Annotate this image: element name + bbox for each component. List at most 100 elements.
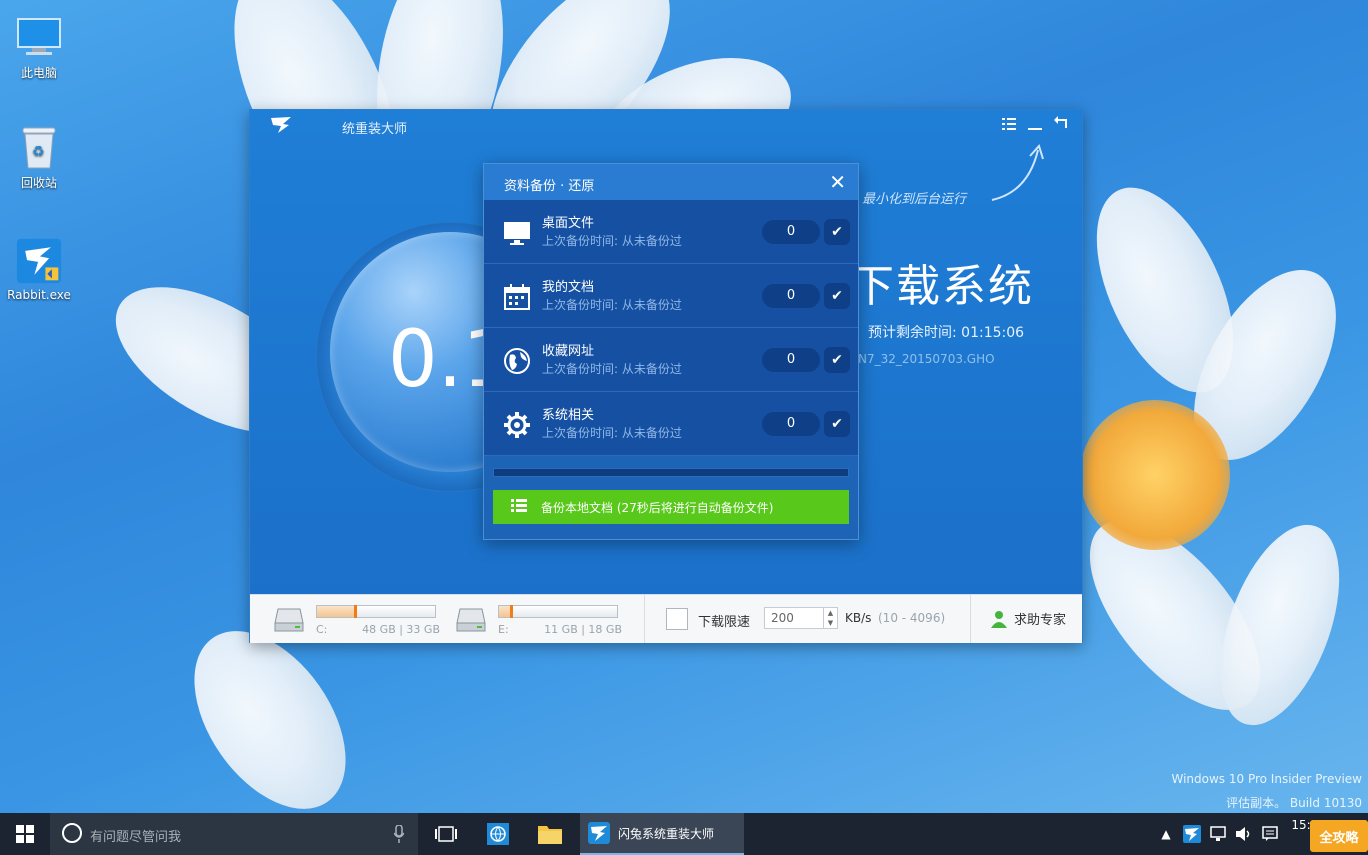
desktop-icon-label: 回收站 (20, 176, 57, 190)
network-icon[interactable] (1206, 813, 1230, 855)
bottom-status-bar: C: 48 GB | 33 GB E: 11 GB | 18 GB 下载限速 2… (250, 594, 1082, 643)
task-view-icon (435, 826, 457, 842)
speed-limit-value: 200 (771, 611, 794, 625)
app-logo-icon (270, 116, 292, 138)
menu-list-icon[interactable] (998, 116, 1020, 134)
taskbar-edge-button[interactable] (476, 813, 520, 855)
tray-rabbit-icon[interactable] (1180, 813, 1204, 855)
backup-item-check[interactable]: ✔ (824, 347, 850, 373)
folder-icon (538, 826, 562, 844)
calendar-icon (504, 284, 530, 310)
drive-usage-bar (498, 605, 618, 618)
volume-icon[interactable] (1232, 813, 1256, 855)
backup-item-system[interactable]: 系统相关 上次备份时间: 从未备份过 0 ✔ (484, 392, 858, 456)
backup-item-time: 上次备份时间: 从未备份过 (542, 298, 682, 312)
download-file-name: N7_32_20150703.GHO (858, 352, 995, 366)
speed-limit-label: 下载限速 (698, 615, 751, 630)
windows-watermark-line2: 评估副本。 Build 10130 (1226, 796, 1362, 810)
backup-item-documents[interactable]: 我的文档 上次备份时间: 从未备份过 0 ✔ (484, 264, 858, 328)
cortana-icon (62, 823, 82, 843)
gear-icon (504, 412, 530, 438)
start-button[interactable] (0, 813, 50, 855)
minimize-button[interactable] (1024, 116, 1046, 134)
speed-limit-range: (10 - 4096) (878, 611, 946, 625)
site-brand-label: 全攻略 (1319, 830, 1359, 846)
backup-item-count: 0 (762, 348, 820, 372)
globe-icon (504, 348, 530, 374)
site-brand-badge: 全攻略 (1310, 820, 1368, 852)
close-icon[interactable]: ✕ (829, 170, 846, 194)
backup-item-name: 系统相关 (542, 408, 595, 423)
desktop-icon-label: Rabbit.exe (7, 288, 71, 302)
eta-label: 预计剩余时间: 01:15:06 (868, 325, 1025, 341)
taskbar-active-app[interactable]: 闪兔系统重装大师 (580, 813, 744, 855)
backup-item-time: 上次备份时间: 从未备份过 (542, 426, 682, 440)
windows-logo-icon (16, 825, 34, 843)
desktop-icon-recycle-bin[interactable]: ♻ 回收站 (4, 124, 74, 191)
rabbit-app-icon (16, 238, 62, 284)
browser-icon (487, 823, 509, 845)
search-placeholder: 有问题尽管问我 (90, 830, 182, 845)
backup-item-count: 0 (762, 284, 820, 308)
task-view-button[interactable] (424, 813, 468, 855)
svg-text:♻: ♻ (32, 144, 45, 160)
microphone-icon[interactable] (394, 825, 404, 843)
speed-limit-checkbox[interactable] (666, 608, 688, 630)
drive-letter: C: (316, 623, 328, 636)
backup-item-check[interactable]: ✔ (824, 283, 850, 309)
divider (970, 595, 971, 643)
drive-size: 11 GB | 18 GB (544, 623, 622, 636)
drive-c: C: 48 GB | 33 GB (274, 603, 440, 637)
backup-item-name: 收藏网址 (542, 344, 595, 359)
backup-item-count: 0 (762, 412, 820, 436)
dialog-header: 资料备份 · 还原 ✕ (484, 164, 858, 200)
hard-drive-icon (274, 608, 304, 632)
list-icon (511, 499, 527, 512)
windows-watermark-line1: Windows 10 Pro Insider Preview (1171, 772, 1362, 786)
backup-item-time: 上次备份时间: 从未备份过 (542, 362, 682, 376)
divider (644, 595, 645, 643)
taskbar-explorer-button[interactable] (528, 813, 572, 855)
backup-item-count: 0 (762, 220, 820, 244)
action-center-icon[interactable] (1258, 813, 1282, 855)
drive-size: 48 GB | 33 GB (362, 623, 440, 636)
backup-item-check[interactable]: ✔ (824, 411, 850, 437)
drive-e: E: 11 GB | 18 GB (456, 603, 622, 637)
backup-now-button[interactable]: 备份本地文档 (27秒后将进行自动备份文件) (493, 490, 849, 524)
app-title: 统重装大师 (342, 122, 408, 137)
backup-item-name: 桌面文件 (542, 216, 595, 231)
desktop-icon-label: 此电脑 (20, 66, 57, 80)
desktop-icon-this-pc[interactable]: 此电脑 (4, 14, 74, 81)
minimize-hint: 最小化到后台运行 (862, 192, 967, 207)
backup-item-check[interactable]: ✔ (824, 219, 850, 245)
backup-dialog: 资料备份 · 还原 ✕ 桌面文件 上次备份时间: 从未备份过 0 ✔ 我的文档 … (483, 163, 859, 540)
backup-item-favorites[interactable]: 收藏网址 上次备份时间: 从未备份过 0 ✔ (484, 328, 858, 392)
backup-now-label: 备份本地文档 (27秒后将进行自动备份文件) (541, 501, 774, 515)
user-icon (991, 610, 1007, 628)
backup-item-desktop[interactable]: 桌面文件 上次备份时间: 从未备份过 0 ✔ (484, 200, 858, 264)
taskbar: 有问题尽管问我 闪兔系统重装大师 ▲ 15:20 (0, 813, 1368, 855)
dialog-title: 资料备份 · 还原 (504, 179, 595, 194)
hard-drive-icon (456, 608, 486, 632)
status-headline: 下载系统 (850, 261, 1034, 312)
backup-item-name: 我的文档 (542, 280, 595, 295)
monitor-icon (504, 222, 530, 245)
desktop-icon-rabbit[interactable]: Rabbit.exe (4, 238, 74, 302)
computer-icon (16, 14, 62, 60)
help-expert-label: 求助专家 (1014, 613, 1067, 628)
rabbit-app-icon (588, 822, 610, 844)
recycle-bin-icon: ♻ (16, 124, 62, 170)
show-hidden-icons-button[interactable]: ▲ (1156, 813, 1176, 855)
spinner-arrows-icon[interactable]: ▲ ▼ (823, 608, 837, 628)
backup-progress-bar (493, 468, 849, 477)
backup-item-time: 上次备份时间: 从未备份过 (542, 234, 682, 248)
taskbar-app-label: 闪兔系统重装大师 (618, 826, 715, 841)
speed-limit-unit: KB/s (845, 611, 872, 625)
search-box[interactable]: 有问题尽管问我 (50, 813, 418, 855)
help-expert-button[interactable]: 求助专家 (990, 609, 1066, 628)
drive-usage-bar (316, 605, 436, 618)
back-arrow-icon[interactable] (1050, 116, 1072, 134)
hint-arrow-icon (991, 144, 1044, 201)
drive-letter: E: (498, 623, 509, 636)
speed-limit-input[interactable]: 200 ▲ ▼ (764, 607, 838, 629)
